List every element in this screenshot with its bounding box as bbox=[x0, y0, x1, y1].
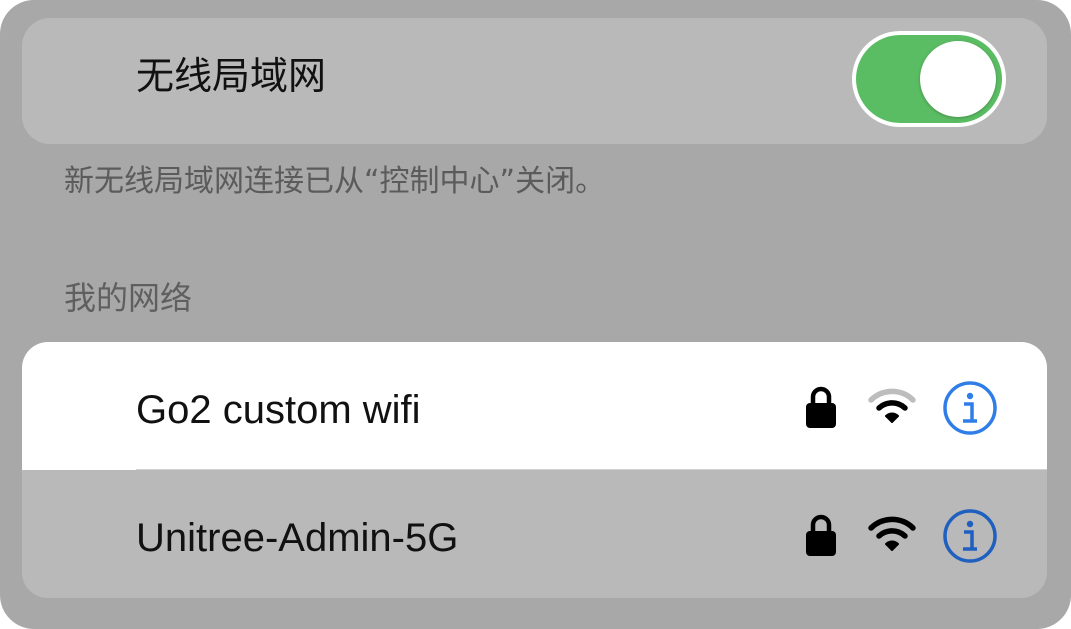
wifi-settings-panel: 无线局域网 新无线局域网连接已从“控制中心”关闭。 我的网络 Go2 custo… bbox=[0, 0, 1071, 629]
lock-icon bbox=[806, 386, 836, 428]
network-row-go2[interactable]: Go2 custom wifi bbox=[22, 342, 1047, 471]
wlan-label: 无线局域网 bbox=[136, 54, 327, 98]
info-icon[interactable] bbox=[942, 508, 998, 564]
wlan-toggle-switch[interactable] bbox=[852, 31, 1006, 127]
my-networks-header: 我的网络 bbox=[64, 279, 193, 317]
toggle-knob[interactable] bbox=[920, 41, 996, 117]
wifi-icon bbox=[868, 516, 916, 551]
network-name: Unitree-Admin-5G bbox=[136, 516, 459, 560]
network-row-unitree[interactable]: Unitree-Admin-5G bbox=[22, 470, 1047, 598]
network-list: Go2 custom wifi Unitree-Admin-5G bbox=[22, 342, 1047, 598]
info-icon[interactable] bbox=[942, 380, 998, 436]
lock-icon bbox=[806, 514, 836, 556]
network-name: Go2 custom wifi bbox=[136, 388, 421, 432]
wifi-icon bbox=[868, 388, 916, 423]
wlan-toggle-row[interactable]: 无线局域网 bbox=[22, 18, 1047, 144]
control-center-note: 新无线局域网连接已从“控制中心”关闭。 bbox=[64, 164, 606, 199]
